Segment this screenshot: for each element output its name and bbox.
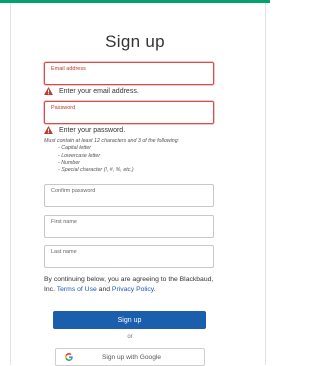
terms-of-use-link[interactable]: Terms of Use — [57, 286, 97, 293]
google-g-icon — [65, 353, 73, 361]
password-hint-intro: Must contain at least 12 characters and … — [44, 138, 180, 144]
warning-icon — [44, 87, 53, 95]
confirm-password-label: Confirm password — [51, 188, 96, 194]
password-hint-item: - Lowercase letter — [58, 152, 101, 159]
email-error-text: Enter your email address. — [59, 87, 139, 95]
email-error: Enter your email address. — [44, 87, 139, 95]
privacy-policy-link[interactable]: Privacy Policy — [112, 286, 154, 293]
confirm-password-field[interactable]: Confirm password — [44, 184, 214, 207]
password-input[interactable] — [50, 112, 208, 121]
password-field-label: Password — [51, 105, 76, 111]
first-name-label: First name — [51, 219, 77, 225]
last-name-label: Last name — [51, 249, 77, 255]
google-sign-up-button[interactable]: Sign up with Google — [55, 348, 205, 366]
password-hint-item: - Special character (!, #, %, etc.) — [58, 167, 134, 174]
password-field[interactable]: Password — [44, 101, 214, 124]
page-title: Sign up — [105, 32, 165, 51]
password-requirements: Must contain at least 12 characters and … — [44, 138, 179, 174]
email-input[interactable] — [50, 73, 208, 82]
terms-and: and — [98, 285, 111, 293]
last-name-input[interactable] — [50, 256, 208, 265]
sign-up-button[interactable]: Sign up — [53, 311, 206, 329]
last-name-field[interactable]: Last name — [44, 245, 214, 268]
warning-icon — [44, 126, 53, 134]
email-field-label: Email address — [51, 66, 86, 72]
password-error-text: Enter your password. — [59, 126, 126, 134]
confirm-password-input[interactable] — [50, 195, 208, 204]
terms-suffix: . — [153, 285, 156, 293]
password-hint-item: - Capital letter — [58, 145, 91, 152]
or-divider: or — [127, 334, 133, 340]
first-name-field[interactable]: First name — [44, 215, 214, 238]
google-sign-up-label: Sign up with Google — [101, 353, 161, 361]
first-name-input[interactable] — [50, 226, 208, 235]
password-hint-item: - Number — [58, 159, 81, 166]
terms-notice: By continuing below, you are agreeing to… — [44, 275, 224, 294]
password-error: Enter your password. — [44, 126, 125, 134]
email-field[interactable]: Email address — [44, 62, 214, 85]
